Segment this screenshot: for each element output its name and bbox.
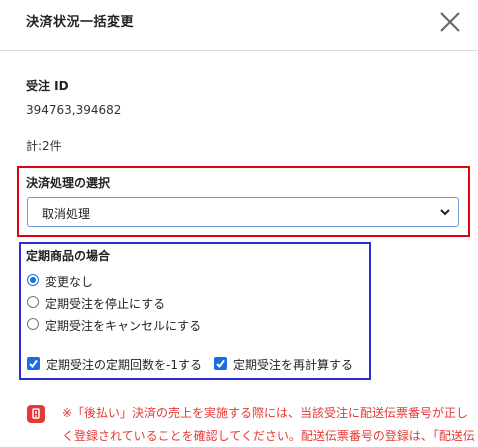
dialog-header: 決済状況一括変更: [0, 0, 478, 51]
order-id-label: 受注 ID: [26, 79, 69, 93]
checkmark-icon: [29, 359, 38, 369]
order-id-values: 394763,394682: [26, 103, 122, 117]
chevron-down-icon: [438, 204, 452, 218]
checkbox-label-recalculate: 定期受注を再計算する: [233, 358, 354, 372]
radio-label-stop-subscription: 定期受注を停止にする: [45, 297, 166, 311]
alert-icon: [27, 405, 45, 423]
payment-processing-select[interactable]: 取消処理: [27, 197, 459, 227]
radio-stop-subscription[interactable]: [27, 296, 39, 308]
subscription-label: 定期商品の場合: [26, 249, 111, 263]
order-total: 計:2件: [26, 139, 62, 153]
radio-no-change[interactable]: [27, 274, 39, 286]
payment-processing-label: 決済処理の選択: [26, 176, 111, 190]
checkbox-recalculate[interactable]: [214, 357, 227, 370]
radio-cancel-subscription[interactable]: [27, 318, 39, 330]
radio-label-cancel-subscription: 定期受注をキャンセルにする: [45, 319, 202, 333]
checkbox-label-decrement-count: 定期受注の定期回数を-1する: [46, 358, 202, 372]
select-value: 取消処理: [42, 207, 91, 221]
close-icon[interactable]: [438, 10, 462, 34]
radio-label-no-change: 変更なし: [45, 275, 94, 289]
notice-line-1: ※「後払い」決済の売上を実施する際には、当該受注に配送伝票番号が正し: [62, 406, 469, 420]
notice-line-2: く登録されていることを確認してください。配送伝票番号の登録は、「配送伝: [62, 429, 475, 443]
checkbox-decrement-count[interactable]: [27, 357, 40, 370]
checkmark-icon: [216, 359, 225, 369]
dialog-title: 決済状況一括変更: [26, 15, 135, 30]
